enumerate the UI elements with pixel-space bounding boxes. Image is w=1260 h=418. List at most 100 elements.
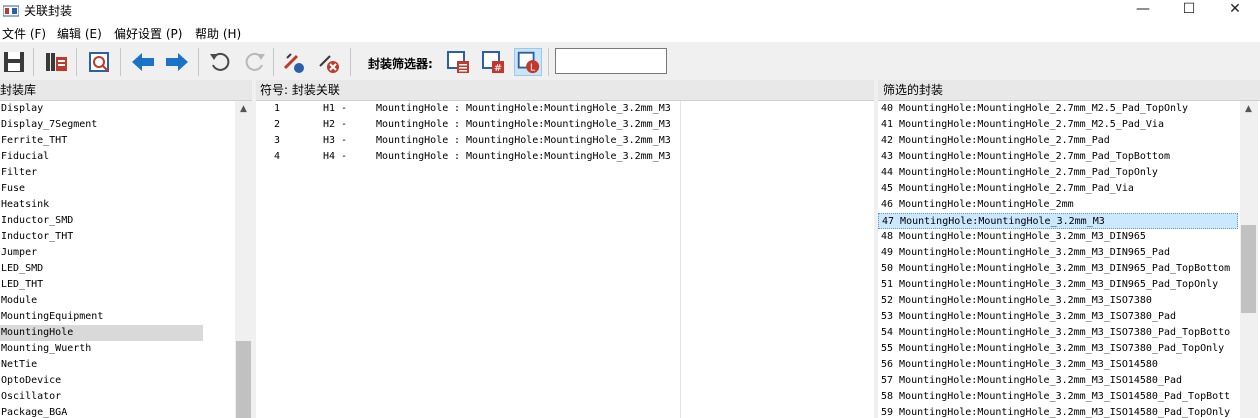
footprint-item[interactable]: 44 MountingHole:MountingHole_2.7mm_Pad_T… — [878, 165, 1238, 181]
previous-icon — [132, 53, 154, 71]
row-number: 1 — [274, 103, 281, 114]
library-item[interactable]: LED_THT — [0, 277, 203, 293]
symbol-reference: H3 - — [323, 135, 348, 146]
menu-edit[interactable]: 编辑 (E) — [57, 25, 102, 42]
symbol-reference: H4 - — [323, 151, 348, 162]
library-item[interactable]: Jumper — [0, 245, 203, 261]
association-row[interactable]: 3 H3 - MountingHole: MountingHole:Mounting… — [256, 133, 676, 149]
filter-by-pin-count-icon: # — [482, 51, 504, 74]
symbol-value: MountingHole — [376, 151, 449, 162]
footprint-item[interactable]: 58 MountingHole:MountingHole_3.2mm_M3_IS… — [878, 389, 1238, 405]
redo-icon — [245, 52, 265, 71]
footprint-item[interactable]: 42 MountingHole:MountingHole_2.7mm_Pad — [878, 133, 1238, 149]
maximize-button[interactable]: ☐ — [1166, 0, 1212, 20]
toolbar-separator — [273, 48, 274, 76]
save-button[interactable] — [0, 48, 28, 76]
toolbar-separator — [350, 48, 351, 76]
filter-by-library-button[interactable]: L — [514, 48, 542, 76]
scroll-up-icon[interactable]: ▲ — [235, 101, 252, 117]
library-item[interactable]: Package_BGA — [0, 405, 203, 418]
assigned-footprint: : MountingHole:MountingHole_3.2mm_M3 — [454, 135, 671, 146]
footprint-item[interactable]: 56 MountingHole:MountingHole_3.2mm_M3_IS… — [878, 357, 1238, 373]
library-item[interactable]: Fuse — [0, 181, 203, 197]
footprint-item[interactable]: 51 MountingHole:MountingHole_3.2mm_M3_DI… — [878, 277, 1238, 293]
library-item[interactable]: MountingEquipment — [0, 309, 203, 325]
library-item[interactable]: OptoDevice — [0, 373, 203, 389]
footprint-item[interactable]: 45 MountingHole:MountingHole_2.7mm_Pad_V… — [878, 181, 1238, 197]
view-footprint-icon — [89, 52, 109, 72]
close-button[interactable]: ✕ — [1212, 0, 1258, 20]
footprint-search-input[interactable] — [555, 48, 667, 74]
next-icon — [166, 53, 188, 71]
footprint-item[interactable]: 50 MountingHole:MountingHole_3.2mm_M3_DI… — [878, 261, 1238, 277]
library-panel: 封装库 Display Display_7Segment Ferrite_THT Fi… — [0, 80, 252, 418]
column-divider — [680, 101, 681, 418]
library-item[interactable]: LED_SMD — [0, 261, 203, 277]
menu-preferences[interactable]: 偏好设置 (P) — [114, 25, 182, 42]
library-manager-button[interactable] — [42, 48, 70, 76]
footprint-item[interactable]: 41 MountingHole:MountingHole_2.7mm_M2.5_… — [878, 117, 1238, 133]
footprint-item[interactable]: 48 MountingHole:MountingHole_3.2mm_M3_DI… — [878, 229, 1238, 245]
library-item[interactable]: Oscillator — [0, 389, 203, 405]
view-footprint-button[interactable] — [85, 48, 113, 76]
previous-button[interactable] — [129, 48, 157, 76]
library-item[interactable]: Mounting_Wuerth — [0, 341, 203, 357]
symbol-value: MountingHole — [376, 119, 449, 130]
library-item[interactable]: Module — [0, 293, 203, 309]
library-icon — [46, 53, 67, 71]
redo-button[interactable] — [241, 48, 269, 76]
footprint-item[interactable]: 54 MountingHole:MountingHole_3.2mm_M3_IS… — [878, 325, 1238, 341]
symbol-value: MountingHole — [376, 103, 449, 114]
minimize-button[interactable]: — — [1120, 0, 1166, 20]
save-icon — [4, 52, 24, 72]
filtered-footprints-panel: 筛选的封装 40 MountingHole:MountingHole_2.7mm… — [878, 80, 1260, 418]
library-item[interactable]: Ferrite_THT — [0, 133, 203, 149]
delete-associations-button[interactable] — [314, 48, 342, 76]
scroll-up-icon[interactable]: ▲ — [1240, 101, 1257, 117]
row-number: 4 — [274, 151, 281, 162]
symbol-value: MountingHole — [376, 135, 449, 146]
next-button[interactable] — [163, 48, 191, 76]
auto-associate-button[interactable] — [279, 48, 307, 76]
filtered-scrollbar[interactable]: ▲ — [1240, 101, 1258, 418]
library-item[interactable]: Heatsink — [0, 197, 203, 213]
footprint-item[interactable]: 53 MountingHole:MountingHole_3.2mm_M3_IS… — [878, 309, 1238, 325]
library-item[interactable]: MountingHole — [0, 325, 203, 341]
toolbar-separator — [198, 48, 199, 76]
footprint-item[interactable]: 47 MountingHole:MountingHole_3.2mm_M3 — [878, 213, 1238, 229]
title-bar: 关联封装 — ☐ ✕ — [0, 0, 1260, 22]
filtered-scroll-thumb[interactable] — [1241, 225, 1256, 313]
library-item[interactable]: NetTie — [0, 357, 203, 373]
footprint-item[interactable]: 46 MountingHole:MountingHole_2mm — [878, 197, 1238, 213]
footprint-item[interactable]: 40 MountingHole:MountingHole_2.7mm_M2.5_… — [878, 101, 1238, 117]
association-panel-header: 符号: 封装关联 — [256, 80, 874, 101]
library-item[interactable]: Display — [0, 101, 203, 117]
undo-button[interactable] — [206, 48, 234, 76]
undo-icon — [210, 52, 230, 71]
library-item[interactable]: Inductor_THT — [0, 229, 203, 245]
menu-help[interactable]: 帮助 (H) — [195, 25, 241, 42]
menu-file[interactable]: 文件 (F) — [2, 25, 46, 42]
library-item[interactable]: Filter — [0, 165, 203, 181]
footprint-item[interactable]: 52 MountingHole:MountingHole_3.2mm_M3_IS… — [878, 293, 1238, 309]
association-row[interactable]: 2 H2 - MountingHole: MountingHole:Mounting… — [256, 117, 676, 133]
filter-by-keywords-icon — [447, 51, 469, 73]
footprint-item[interactable]: 55 MountingHole:MountingHole_3.2mm_M3_IS… — [878, 341, 1238, 357]
svg-text:L: L — [530, 62, 536, 73]
filter-by-pin-count-button[interactable]: # — [479, 48, 507, 76]
library-item[interactable]: Display_7Segment — [0, 117, 203, 133]
footprint-item[interactable]: 49 MountingHole:MountingHole_3.2mm_M3_DI… — [878, 245, 1238, 261]
library-scrollbar[interactable]: ▲ — [235, 101, 252, 418]
footprint-item[interactable]: 43 MountingHole:MountingHole_2.7mm_Pad_T… — [878, 149, 1238, 165]
toolbar-separator — [33, 48, 34, 76]
footprint-item[interactable]: 57 MountingHole:MountingHole_3.2mm_M3_IS… — [878, 373, 1238, 389]
window-title: 关联封装 — [24, 4, 73, 18]
association-row[interactable]: 4 H4 - MountingHole: MountingHole:Mounting… — [256, 149, 676, 165]
association-row[interactable]: 1 H1 - MountingHole: MountingHole:Mounting… — [256, 101, 676, 117]
library-item[interactable]: Inductor_SMD — [0, 213, 203, 229]
auto-associate-icon — [283, 53, 304, 73]
filter-by-keywords-button[interactable] — [444, 48, 472, 76]
library-item[interactable]: Fiducial — [0, 149, 203, 165]
footprint-item[interactable]: 59 MountingHole:MountingHole_3.2mm_M3_IS… — [878, 405, 1238, 418]
library-scroll-thumb[interactable] — [236, 341, 251, 418]
